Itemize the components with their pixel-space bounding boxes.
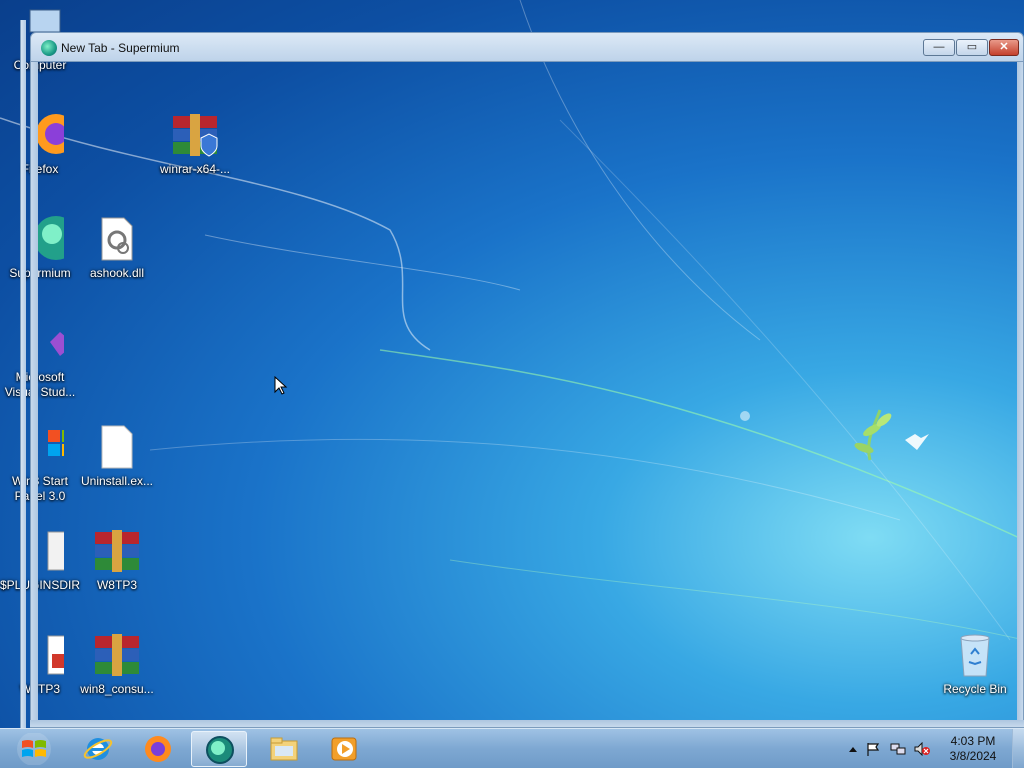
desktop-icon-recycle-bin[interactable]: Recycle Bin: [935, 632, 1015, 697]
clock-time: 4:03 PM: [950, 734, 996, 748]
browser-window[interactable]: New Tab - Supermium — ▭ ✕: [24, 20, 1024, 728]
minimize-icon: —: [933, 41, 945, 53]
volume-muted-icon[interactable]: [914, 742, 930, 756]
supermium-icon: [41, 40, 57, 56]
taskbar-firefox[interactable]: [130, 731, 186, 767]
window-left-border: [30, 62, 38, 727]
windows-logo-icon: [17, 732, 51, 766]
close-button[interactable]: ✕: [989, 39, 1019, 56]
window-right-border: [1017, 62, 1024, 727]
taskbar-media-player[interactable]: [316, 731, 372, 767]
taskbar: 4:03 PM 3/8/2024: [0, 728, 1024, 768]
desktop-icon-label: Recycle Bin: [943, 682, 1007, 696]
close-icon: ✕: [999, 41, 1009, 53]
start-button[interactable]: [14, 732, 54, 766]
taskbar-internet-explorer[interactable]: [70, 731, 126, 767]
background-window-edge: [20, 20, 26, 728]
mouse-cursor: [274, 376, 288, 395]
maximize-button[interactable]: ▭: [956, 39, 988, 56]
taskbar-supermium[interactable]: [191, 731, 247, 767]
window-title: New Tab - Supermium: [61, 41, 180, 55]
maximize-icon: ▭: [966, 41, 978, 53]
window-titlebar[interactable]: New Tab - Supermium — ▭ ✕: [30, 32, 1024, 62]
recycle-bin-icon: [951, 632, 999, 680]
show-desktop-button[interactable]: [1012, 729, 1024, 768]
clock-date: 3/8/2024: [949, 749, 997, 763]
supermium-icon: [206, 736, 234, 764]
minimize-button[interactable]: —: [923, 39, 955, 56]
firefox-icon: [145, 736, 171, 762]
system-clock[interactable]: 4:03 PM 3/8/2024: [938, 734, 1008, 764]
window-controls: — ▭ ✕: [923, 39, 1019, 56]
show-hidden-icons-arrow[interactable]: [845, 742, 861, 756]
network-icon[interactable]: [890, 742, 906, 756]
folder-icon: [270, 737, 298, 761]
taskbar-file-explorer[interactable]: [256, 731, 312, 767]
action-center-flag-icon[interactable]: [866, 742, 882, 756]
internet-explorer-icon: [83, 738, 113, 760]
window-bottom-border: [30, 720, 1024, 728]
media-player-icon: [331, 737, 357, 761]
